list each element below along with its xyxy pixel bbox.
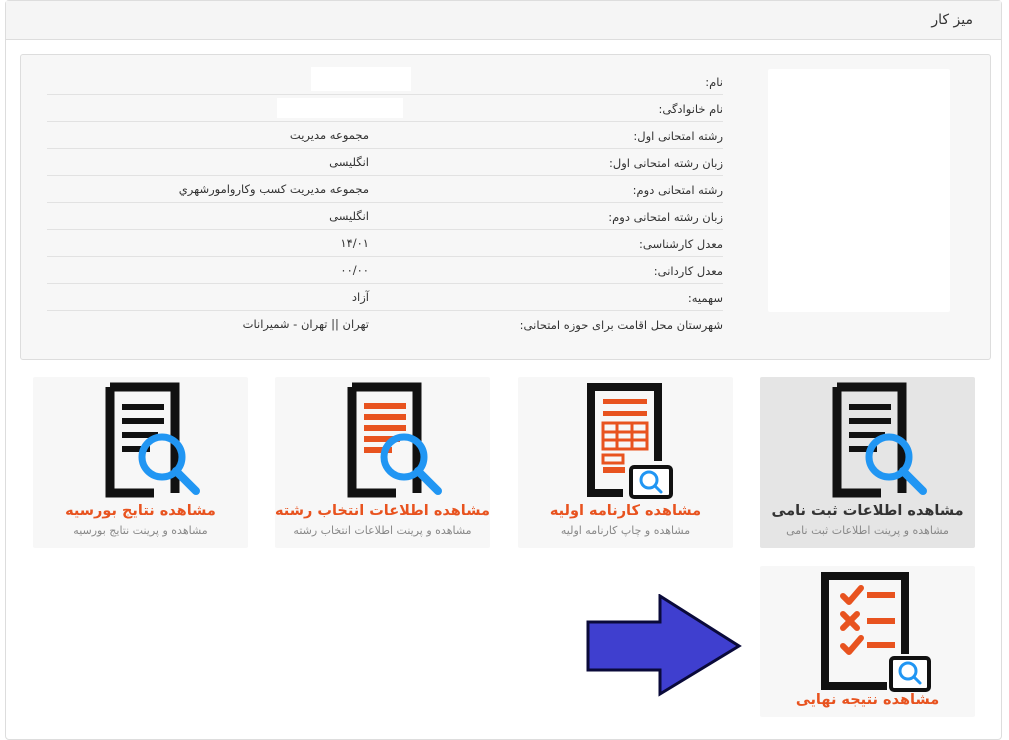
- panel-title: میز کار: [931, 12, 973, 28]
- profile-value: مجموعه مديريت: [289, 128, 369, 142]
- profile-row-exam-city: شهرستان محل اقامت برای حوزه امتحانی: تهر…: [47, 310, 723, 337]
- profile-row-bachelor-gpa: معدل کارشناسی: ۱۴/۰۱: [47, 229, 723, 256]
- tile-initial-report-card[interactable]: مشاهده کارنامه اولیه مشاهده و چاپ کارنام…: [518, 377, 733, 548]
- profile-photo: [768, 69, 950, 312]
- profile-label: زبان رشته امتحانی دوم:: [608, 210, 723, 224]
- profile-value: انگلیسی: [329, 209, 369, 223]
- tile-title: مشاهده نتایج بورسیه: [65, 503, 216, 519]
- profile-row-lang-1: زبان رشته امتحانی اول: انگلیسی: [47, 148, 723, 175]
- profile-value: آزاد: [351, 290, 369, 304]
- profile-value: انگلیسی: [329, 155, 369, 169]
- profile-row-field-1: رشته امتحانی اول: مجموعه مديريت: [47, 121, 723, 148]
- document-search-icon: [347, 382, 442, 498]
- tile-scholarship-results[interactable]: مشاهده نتایج بورسیه مشاهده و پرینت نتایج…: [33, 377, 248, 548]
- redacted-field: [311, 67, 411, 91]
- tile-final-result[interactable]: مشاهده نتیجه نهایی: [760, 566, 975, 717]
- tile-major-selection-info[interactable]: مشاهده اطلاعات انتخاب رشته مشاهده و پرین…: [275, 377, 490, 548]
- profile-table: نام: نام خانوادگی: رشته امتحانی اول: مجم…: [47, 67, 723, 337]
- profile-label: معدل کاردانی:: [653, 264, 723, 278]
- profile-value: تهران || تهران - شميرانات: [242, 317, 369, 331]
- profile-label: نام خانوادگی:: [658, 102, 724, 116]
- profile-value: ۱۴/۰۱: [340, 236, 369, 250]
- profile-label: زبان رشته امتحانی اول:: [608, 156, 723, 170]
- profile-row-lang-2: زبان رشته امتحانی دوم: انگلیسی: [47, 202, 723, 229]
- checklist-icon: [820, 572, 931, 692]
- profile-value: ۰۰/۰۰: [340, 263, 369, 277]
- tile-subtitle: مشاهده و چاپ کارنامه اولیه: [560, 524, 691, 537]
- profile-label: شهرستان محل اقامت برای حوزه امتحانی:: [519, 318, 723, 332]
- profile-box: نام: نام خانوادگی: رشته امتحانی اول: مجم…: [20, 54, 991, 360]
- tile-subtitle: مشاهده و پرینت نتایج بورسیه: [73, 524, 208, 537]
- tile-registration-info[interactable]: مشاهده اطلاعات ثبت نامی مشاهده و پرینت ا…: [760, 377, 975, 548]
- profile-label: سهمیه:: [687, 291, 723, 305]
- profile-label: نام:: [705, 75, 723, 89]
- profile-row-field-2: رشته امتحانی دوم: مجموعه مديريت كسب وكار…: [47, 175, 723, 202]
- profile-label: معدل کارشناسی:: [639, 237, 723, 251]
- tile-subtitle: مشاهده و پرینت اطلاعات ثبت نامی: [786, 524, 949, 537]
- document-search-icon: [832, 382, 927, 498]
- tile-title: مشاهده نتیجه نهایی: [795, 692, 940, 708]
- tile-title: مشاهده کارنامه اولیه: [549, 503, 702, 519]
- document-search-icon: [105, 382, 200, 498]
- profile-label: رشته امتحانی اول:: [633, 129, 723, 143]
- tile-title: مشاهده اطلاعات انتخاب رشته: [275, 503, 490, 519]
- profile-label: رشته امتحانی دوم:: [632, 183, 723, 197]
- redacted-field: [277, 98, 403, 118]
- profile-row-quota: سهمیه: آزاد: [47, 283, 723, 310]
- panel-header: میز کار: [6, 1, 1001, 40]
- report-card-icon: [586, 383, 673, 499]
- profile-row-first-name: نام:: [47, 67, 723, 94]
- tile-subtitle: مشاهده و پرینت اطلاعات انتخاب رشته: [293, 524, 472, 537]
- arrow-right-icon: [586, 594, 742, 697]
- profile-row-associate-gpa: معدل کاردانی: ۰۰/۰۰: [47, 256, 723, 283]
- profile-row-last-name: نام خانوادگی:: [47, 94, 723, 121]
- profile-value: مجموعه مديريت كسب وكاروامورشهري: [178, 182, 369, 196]
- tile-title: مشاهده اطلاعات ثبت نامی: [771, 503, 964, 519]
